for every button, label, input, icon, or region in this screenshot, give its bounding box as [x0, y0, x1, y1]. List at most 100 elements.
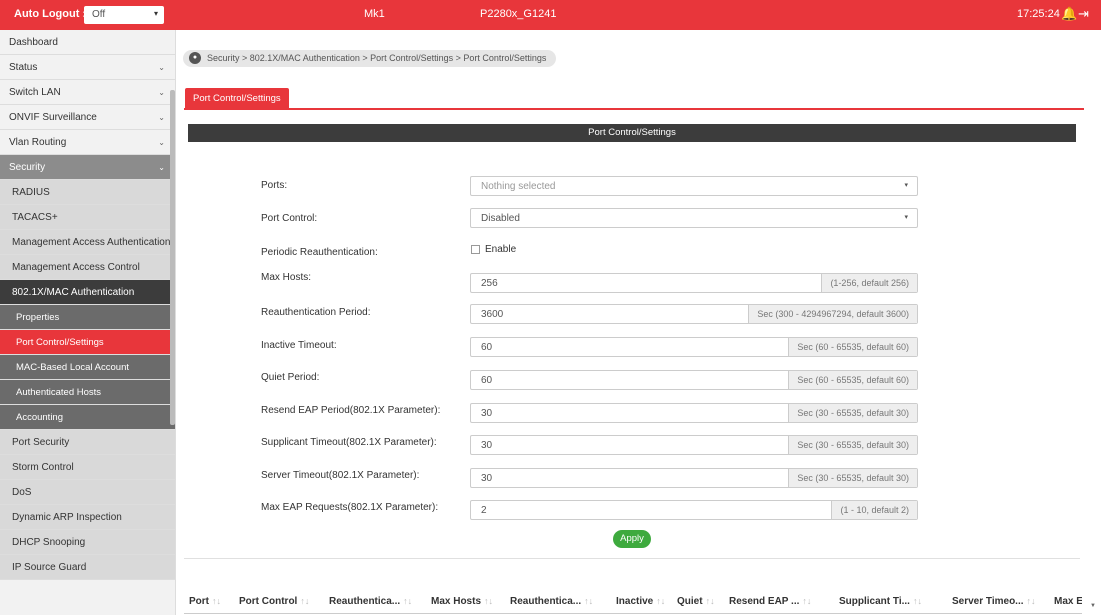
sidebar-item-label: DHCP Snooping — [12, 537, 86, 548]
sort-icon: ↑↓ — [212, 596, 221, 606]
sidebar-item-dos[interactable]: DoS — [0, 480, 175, 505]
auto-logout-label: Auto Logout : — [14, 8, 87, 20]
column-label: Supplicant Ti... — [839, 596, 910, 607]
apply-button[interactable]: Apply — [613, 530, 651, 548]
column-header[interactable]: Port Control ↑↓ — [239, 596, 309, 607]
column-header[interactable]: Max E — [1054, 596, 1082, 607]
column-header[interactable]: Resend EAP ... ↑↓ — [729, 596, 811, 607]
column-label: Quiet — [677, 596, 703, 607]
column-header[interactable]: Reauthentica... ↑↓ — [510, 596, 593, 607]
max-hosts-input[interactable]: 256 (1-256, default 256) — [470, 273, 918, 293]
sidebar-item-accounting[interactable]: Accounting — [0, 405, 175, 430]
sidebar-item-label: Management Access Control — [12, 262, 140, 273]
sidebar-item-dhcp-snooping[interactable]: DHCP Snooping — [0, 530, 175, 555]
column-label: Max E — [1054, 596, 1082, 607]
ports-select[interactable]: Nothing selected ▾ — [470, 176, 918, 196]
breadcrumb: ● Security > 802.1X/MAC Authentication >… — [183, 50, 557, 67]
port-control-label: Port Control: — [261, 213, 318, 224]
settings-table-header: Port ↑↓ Port Control ↑↓ Reauthentica... ↑↓ … — [184, 590, 1082, 614]
sort-icon: ↑↓ — [584, 596, 594, 606]
column-label: Port — [189, 596, 209, 607]
inactive-timeout-input[interactable]: 60 Sec (60 - 65535, default 60) — [470, 337, 918, 357]
max-eap-requests-input[interactable]: 2 (1 - 10, default 2) — [470, 500, 918, 520]
chevron-down-icon: ⌄ — [158, 63, 165, 72]
max-eap-requests-value: 2 — [481, 505, 487, 516]
periodic-reauth-enable-label: Enable — [485, 244, 517, 255]
sidebar-item-security[interactable]: Security ⌄ — [0, 155, 175, 180]
column-header[interactable]: Inactive ↑↓ — [616, 596, 665, 607]
chevron-down-icon: ⌄ — [158, 88, 165, 97]
supplicant-timeout-hint: Sec (30 - 65535, default 30) — [788, 436, 917, 454]
sidebar-item-tacacs[interactable]: TACACS+ — [0, 205, 175, 230]
inactive-timeout-label: Inactive Timeout: — [261, 340, 337, 351]
sidebar-item-storm-control[interactable]: Storm Control — [0, 455, 175, 480]
auto-logout-value: Off — [92, 9, 106, 20]
sidebar-item-dynamic-arp[interactable]: Dynamic ARP Inspection — [0, 505, 175, 530]
sidebar-item-port-control-settings[interactable]: Port Control/Settings — [0, 330, 175, 355]
column-header[interactable]: Max Hosts ↑↓ — [431, 596, 493, 607]
sidebar-item-onvif[interactable]: ONVIF Surveillance ⌄ — [0, 105, 175, 130]
sidebar-item-mgmt-access-control[interactable]: Management Access Control — [0, 255, 175, 280]
inactive-timeout-hint: Sec (60 - 65535, default 60) — [788, 338, 917, 356]
resend-eap-hint: Sec (30 - 65535, default 30) — [788, 404, 917, 422]
periodic-reauth-checkbox[interactable] — [471, 245, 480, 254]
sidebar-item-ip-source-guard[interactable]: IP Source Guard — [0, 555, 175, 580]
resend-eap-input[interactable]: 30 Sec (30 - 65535, default 30) — [470, 403, 918, 423]
port-control-select[interactable]: Disabled ▾ — [470, 208, 918, 228]
column-header[interactable]: Reauthentica... ↑↓ — [329, 596, 412, 607]
max-hosts-value: 256 — [481, 278, 498, 289]
logout-icon[interactable]: ⇥ — [1078, 6, 1089, 22]
sidebar-item-label: Vlan Routing — [9, 137, 67, 148]
sidebar-item-authenticated-hosts[interactable]: Authenticated Hosts — [0, 380, 175, 405]
sidebar-item-label: TACACS+ — [12, 212, 58, 223]
quiet-period-input[interactable]: 60 Sec (60 - 65535, default 60) — [470, 370, 918, 390]
bell-icon[interactable]: 🔔 — [1061, 6, 1077, 22]
sidebar-item-status[interactable]: Status ⌄ — [0, 55, 175, 80]
sidebar-item-8021x-mac-auth[interactable]: 802.1X/MAC Authentication — [0, 280, 175, 305]
column-header[interactable]: Port ↑↓ — [189, 596, 221, 607]
chevron-down-icon: ⌄ — [158, 163, 165, 172]
max-eap-requests-label: Max EAP Requests(802.1X Parameter): — [261, 502, 439, 513]
column-label: Port Control — [239, 596, 298, 607]
sidebar-item-label: DoS — [12, 487, 32, 498]
column-label: Resend EAP ... — [729, 596, 800, 607]
column-header[interactable]: Server Timeo... ↑↓ — [952, 596, 1036, 607]
sidebar: Dashboard Status ⌄ Switch LAN ⌄ ONVIF Surv… — [0, 30, 176, 615]
sort-icon: ↑↓ — [705, 596, 715, 606]
sidebar-item-mac-based-local-account[interactable]: MAC-Based Local Account — [0, 355, 175, 380]
sidebar-item-vlan-routing[interactable]: Vlan Routing ⌄ — [0, 130, 175, 155]
sidebar-item-label: Management Access Authentication — [12, 237, 171, 248]
sort-icon: ↑↓ — [912, 596, 922, 606]
column-label: Max Hosts — [431, 596, 482, 607]
ports-placeholder: Nothing selected — [481, 181, 556, 192]
reauth-period-input[interactable]: 3600 Sec (300 - 4294967294, default 3600… — [470, 304, 918, 324]
sort-icon: ↑↓ — [403, 596, 413, 606]
sidebar-item-mgmt-access-auth[interactable]: Management Access Authentication — [0, 230, 175, 255]
sidebar-item-switch-lan[interactable]: Switch LAN ⌄ — [0, 80, 175, 105]
max-eap-requests-hint: (1 - 10, default 2) — [831, 501, 917, 519]
sort-icon: ↑↓ — [1026, 596, 1036, 606]
column-header[interactable]: Supplicant Ti... ↑↓ — [839, 596, 922, 607]
sort-icon: ↑↓ — [484, 596, 494, 606]
sidebar-item-label: Switch LAN — [9, 87, 61, 98]
chevron-down-icon: ▾ — [153, 9, 158, 18]
reauth-period-label: Reauthentication Period: — [261, 307, 371, 318]
tab-underline — [184, 108, 1084, 110]
panel-title: Port Control/Settings — [188, 124, 1076, 142]
sidebar-item-port-security[interactable]: Port Security — [0, 430, 175, 455]
column-header[interactable]: Quiet ↑↓ — [677, 596, 715, 607]
sidebar-scrollbar[interactable] — [170, 90, 175, 425]
sidebar-item-radius[interactable]: RADIUS — [0, 180, 175, 205]
auto-logout-select[interactable]: Off ▾ — [84, 6, 164, 24]
sidebar-item-properties[interactable]: Properties — [0, 305, 175, 330]
supplicant-timeout-input[interactable]: 30 Sec (30 - 65535, default 30) — [470, 435, 918, 455]
tab-port-control-settings[interactable]: Port Control/Settings — [185, 88, 289, 108]
navigation-icon: ● — [189, 52, 201, 64]
sidebar-item-dashboard[interactable]: Dashboard — [0, 30, 175, 55]
resend-eap-label: Resend EAP Period(802.1X Parameter): — [261, 405, 441, 416]
sidebar-item-label: MAC-Based Local Account — [16, 362, 130, 373]
breadcrumb-text: Security > 802.1X/MAC Authentication > P… — [207, 53, 547, 63]
server-timeout-value: 30 — [481, 473, 493, 484]
server-timeout-input[interactable]: 30 Sec (30 - 65535, default 30) — [470, 468, 918, 488]
scroll-down-icon[interactable]: ▼ — [1090, 603, 1096, 609]
